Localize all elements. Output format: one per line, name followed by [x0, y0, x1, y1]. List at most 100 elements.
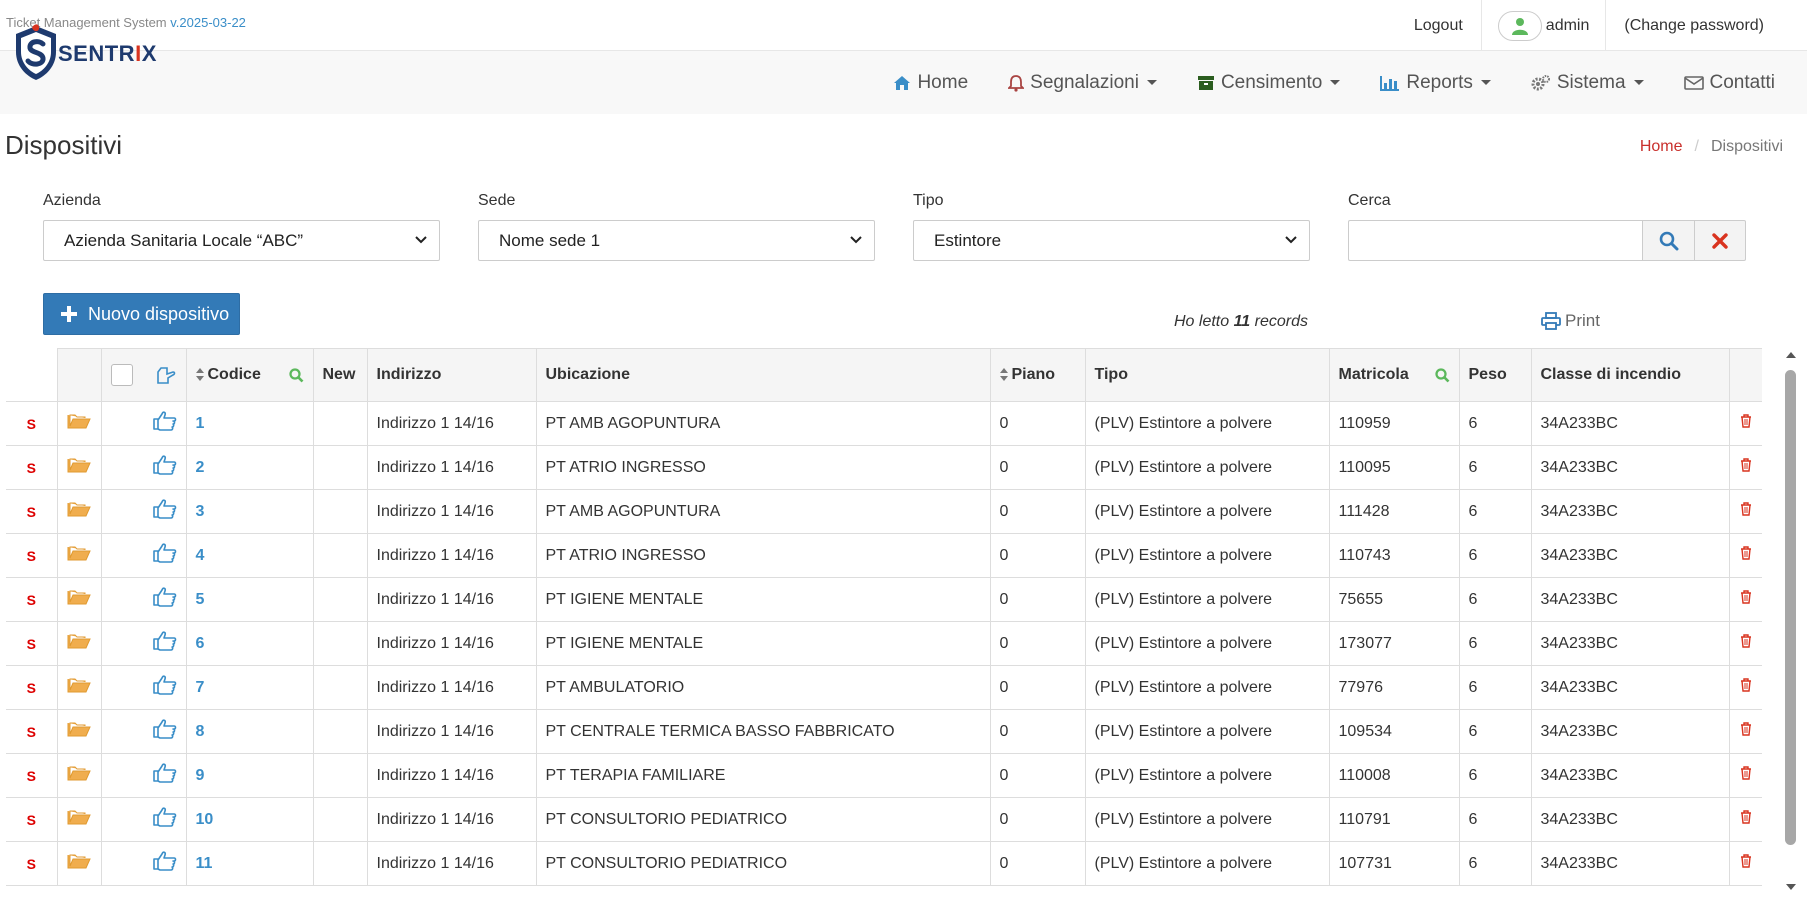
search-icon[interactable] — [288, 367, 304, 383]
tipo-cell: (PLV) Estintore a polvere — [1084, 533, 1330, 578]
folder-cell[interactable] — [56, 753, 102, 798]
breadcrumb-separator: / — [1694, 138, 1699, 155]
folder-cell[interactable] — [56, 533, 102, 578]
nav-sistema[interactable]: Sistema — [1511, 51, 1664, 114]
azienda-select[interactable]: Azienda Sanitaria Locale “ABC” — [43, 220, 440, 261]
folder-cell[interactable] — [56, 709, 102, 754]
codice-cell[interactable]: 6 — [185, 621, 314, 666]
piano-cell: 0 — [989, 753, 1086, 798]
new-device-button[interactable]: Nuovo dispositivo — [43, 293, 240, 335]
table-row[interactable]: S 2 Indirizzo 1 14/16 PT ATRIO INGRESSO 0 (PL… — [6, 445, 1762, 490]
hand-cell[interactable] — [100, 753, 187, 798]
folder-cell[interactable] — [56, 797, 102, 842]
folder-cell[interactable] — [56, 401, 102, 446]
search-button[interactable] — [1642, 220, 1695, 261]
hand-cell[interactable] — [100, 533, 187, 578]
hand-cell[interactable] — [100, 709, 187, 754]
search-icon[interactable] — [1434, 367, 1450, 383]
table-row[interactable]: S 5 Indirizzo 1 14/16 PT IGIENE MENTALE 0 (PL… — [6, 577, 1762, 622]
table-row[interactable]: S 6 Indirizzo 1 14/16 PT IGIENE MENTALE 0 (PL… — [6, 621, 1762, 666]
codice-cell[interactable]: 5 — [185, 577, 314, 622]
status-marker[interactable]: S — [6, 577, 58, 622]
folder-cell[interactable] — [56, 489, 102, 534]
delete-cell[interactable] — [1728, 621, 1762, 666]
hand-cell[interactable] — [100, 577, 187, 622]
delete-cell[interactable] — [1728, 489, 1762, 534]
delete-cell[interactable] — [1728, 709, 1762, 754]
hand-cell[interactable] — [100, 401, 187, 446]
codice-cell[interactable]: 7 — [185, 665, 314, 710]
envelope-icon — [1683, 75, 1704, 90]
delete-cell[interactable] — [1728, 841, 1762, 886]
codice-cell[interactable]: 10 — [185, 797, 314, 842]
delete-cell[interactable] — [1728, 797, 1762, 842]
status-marker[interactable]: S — [6, 841, 58, 886]
codice-cell[interactable]: 9 — [185, 753, 314, 798]
header-piano[interactable]: Piano — [989, 348, 1086, 402]
hand-cell[interactable] — [100, 797, 187, 842]
status-marker[interactable]: S — [6, 401, 58, 446]
indirizzo-cell: Indirizzo 1 14/16 — [366, 753, 537, 798]
table-row[interactable]: S 8 Indirizzo 1 14/16 PT CENTRALE TERMICA B… — [6, 709, 1762, 754]
status-marker[interactable]: S — [6, 709, 58, 754]
tipo-select[interactable]: Estintore — [913, 220, 1310, 261]
status-marker[interactable]: S — [6, 797, 58, 842]
folder-cell[interactable] — [56, 841, 102, 886]
nav-contatti[interactable]: Contatti — [1664, 51, 1807, 114]
indirizzo-cell: Indirizzo 1 14/16 — [366, 401, 537, 446]
folder-cell[interactable] — [56, 665, 102, 710]
codice-cell[interactable]: 11 — [185, 841, 314, 886]
logout-link[interactable]: Logout — [1396, 0, 1481, 51]
table-row[interactable]: S 10 Indirizzo 1 14/16 PT CONSULTORIO PEDIA… — [6, 797, 1762, 842]
delete-cell[interactable] — [1728, 577, 1762, 622]
codice-cell[interactable]: 8 — [185, 709, 314, 754]
hand-cell[interactable] — [100, 665, 187, 710]
filter-azienda: Azienda Azienda Sanitaria Locale “ABC” — [43, 192, 440, 261]
search-input[interactable] — [1348, 220, 1642, 261]
delete-cell[interactable] — [1728, 665, 1762, 710]
status-marker[interactable]: S — [6, 621, 58, 666]
table-row[interactable]: S 3 Indirizzo 1 14/16 PT AMB AGOPUNTURA 0 (PL… — [6, 489, 1762, 534]
nav-segnalazioni[interactable]: Segnalazioni — [988, 51, 1177, 114]
codice-cell[interactable]: 1 — [185, 401, 314, 446]
hand-cell[interactable] — [100, 489, 187, 534]
delete-cell[interactable] — [1728, 533, 1762, 578]
delete-cell[interactable] — [1728, 401, 1762, 446]
hand-cell[interactable] — [100, 841, 187, 886]
shield-logo-icon — [16, 24, 56, 80]
table-row[interactable]: S 4 Indirizzo 1 14/16 PT ATRIO INGRESSO 0 (PL… — [6, 533, 1762, 578]
nav-censimento[interactable]: Censimento — [1177, 51, 1360, 114]
nav-reports[interactable]: Reports — [1360, 51, 1511, 114]
status-marker[interactable]: S — [6, 753, 58, 798]
clear-button[interactable] — [1695, 220, 1746, 261]
select-all-checkbox[interactable] — [110, 364, 133, 386]
hand-cell[interactable] — [100, 445, 187, 490]
delete-cell[interactable] — [1728, 445, 1762, 490]
status-marker[interactable]: S — [6, 533, 58, 578]
table-row[interactable]: S 1 Indirizzo 1 14/16 PT AMB AGOPUNTURA 0 (PL… — [6, 401, 1762, 446]
status-marker[interactable]: S — [6, 665, 58, 710]
breadcrumb-home[interactable]: Home — [1640, 138, 1683, 156]
delete-cell[interactable] — [1728, 753, 1762, 798]
folder-cell[interactable] — [56, 577, 102, 622]
table-row[interactable]: S 9 Indirizzo 1 14/16 PT TERAPIA FAMILIARE 0… — [6, 753, 1762, 798]
codice-cell[interactable]: 3 — [185, 489, 314, 534]
matricola-cell: 110743 — [1328, 533, 1460, 578]
codice-cell[interactable]: 2 — [185, 445, 314, 490]
header-codice[interactable]: Codice — [185, 348, 314, 402]
codice-cell[interactable]: 4 — [185, 533, 314, 578]
sede-select[interactable]: Nome sede 1 — [478, 220, 875, 261]
change-password-link[interactable]: (Change password) — [1606, 0, 1807, 51]
nav-home[interactable]: Home — [873, 51, 988, 114]
vertical-scrollbar[interactable] — [1784, 352, 1798, 892]
folder-cell[interactable] — [56, 621, 102, 666]
table-row[interactable]: S 11 Indirizzo 1 14/16 PT CONSULTORIO PEDIA… — [6, 841, 1762, 886]
table-row[interactable]: S 7 Indirizzo 1 14/16 PT AMBULATORIO 0 (PLV) … — [6, 665, 1762, 710]
folder-cell[interactable] — [56, 445, 102, 490]
print-button[interactable]: Print — [1541, 311, 1600, 331]
status-marker[interactable]: S — [6, 445, 58, 490]
user-menu[interactable]: admin — [1482, 0, 1606, 51]
status-marker[interactable]: S — [6, 489, 58, 534]
sentrix-logo[interactable]: SENTRIX — [12, 24, 162, 136]
hand-cell[interactable] — [100, 621, 187, 666]
